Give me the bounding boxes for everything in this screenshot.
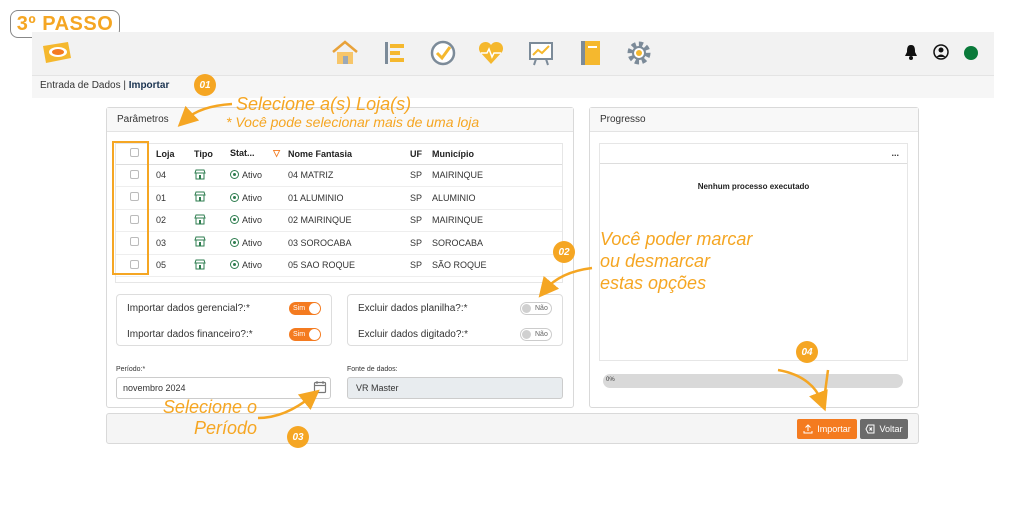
- arrow-to-import-button-tail: [822, 369, 830, 401]
- arrow-to-period: [257, 389, 320, 420]
- arrow-to-store-column: [177, 102, 233, 127]
- arrow-to-import-button: [777, 368, 828, 412]
- arrow-to-toggles: [538, 266, 593, 298]
- annotation-arrows: [177, 102, 830, 420]
